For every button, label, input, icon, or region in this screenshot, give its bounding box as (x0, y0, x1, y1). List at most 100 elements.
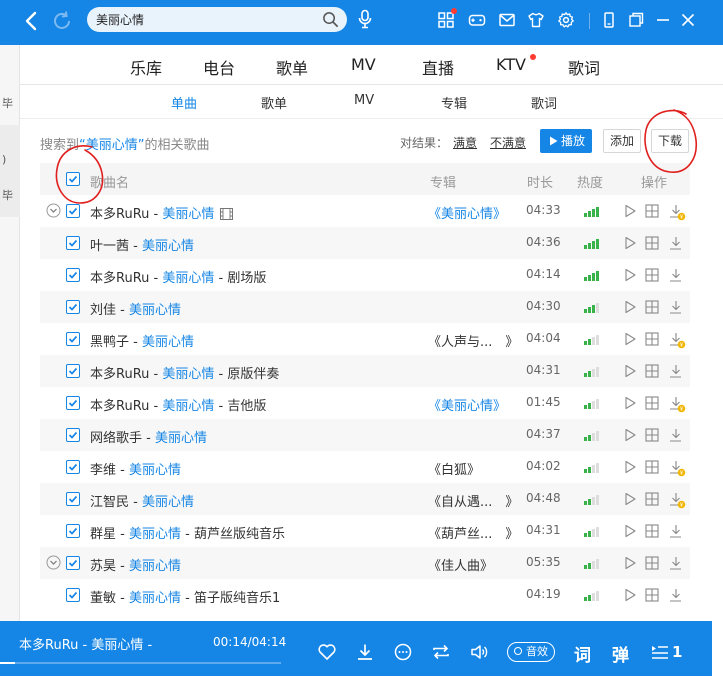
header-album[interactable]: 专辑 (430, 172, 456, 191)
row-add-icon[interactable] (644, 491, 660, 507)
song-artist[interactable]: 群星 (90, 527, 116, 542)
minimize-icon[interactable] (654, 11, 672, 29)
song-title[interactable]: 美丽心情 (162, 207, 214, 222)
row-add-icon[interactable] (644, 267, 660, 283)
download-button[interactable]: 下载 (651, 129, 689, 153)
microphone-icon[interactable] (357, 9, 373, 29)
feedback-unsatisfied-link[interactable]: 不满意 (490, 134, 526, 151)
album-name[interactable]: 《佳人曲》 (428, 555, 493, 574)
tab-playlists[interactable]: 歌单 (261, 93, 287, 112)
song-artist[interactable]: 本多RuRu (90, 399, 149, 414)
table-row[interactable]: 刘佳 - 美丽心情 04:30 (40, 291, 690, 323)
song-title[interactable]: 美丽心情 (129, 527, 181, 542)
row-download-icon[interactable] (668, 363, 686, 381)
nav-item-lyrics[interactable]: 歌词 (568, 55, 600, 79)
row-checkbox[interactable] (66, 364, 80, 378)
skin-shirt-icon[interactable] (527, 11, 545, 29)
expand-versions-icon[interactable] (46, 555, 61, 570)
row-add-icon[interactable] (644, 395, 660, 411)
row-play-icon[interactable] (622, 267, 638, 283)
tab-songs[interactable]: 单曲 (171, 93, 197, 112)
album-name[interactable]: 《葫芦丝... 》 (428, 523, 518, 542)
row-checkbox[interactable] (66, 428, 80, 442)
row-add-icon[interactable] (644, 299, 660, 315)
row-checkbox[interactable] (66, 492, 80, 506)
sidebar-selected-item[interactable] (0, 125, 20, 217)
row-play-icon[interactable] (622, 235, 638, 251)
row-play-icon[interactable] (622, 299, 638, 315)
row-download-icon[interactable]: ¥ (668, 395, 686, 413)
row-add-icon[interactable] (644, 203, 660, 219)
sidebar-fragment-3[interactable]: 毕 (2, 187, 13, 203)
row-play-icon[interactable] (622, 555, 638, 571)
row-play-icon[interactable] (622, 587, 638, 603)
song-artist[interactable]: 苏昊 (90, 559, 116, 574)
feedback-satisfied-link[interactable]: 满意 (453, 134, 477, 151)
nav-item-ktv[interactable]: KTV (496, 55, 526, 74)
tab-mv[interactable]: MV (354, 93, 374, 108)
play-all-button[interactable]: 播放 (540, 129, 592, 153)
table-row[interactable]: 本多RuRu - 美丽心情 - 原版伴奏 04:31 (40, 355, 690, 387)
album-name[interactable]: 《自从遇... 》 (428, 491, 518, 510)
lyrics-button[interactable]: 词 (574, 641, 591, 666)
sidebar-fragment-1[interactable]: 毕 (2, 95, 13, 111)
table-row[interactable]: 董敏 - 美丽心情 - 笛子版纯音乐1 04:19 (40, 579, 690, 611)
repeat-mode-icon[interactable] (431, 642, 451, 662)
song-title[interactable]: 美丽心情 (129, 559, 181, 574)
mini-mode-icon[interactable] (600, 11, 618, 29)
settings-gear-icon[interactable] (557, 11, 575, 29)
gamepad-icon[interactable] (468, 11, 486, 29)
mv-film-icon[interactable] (220, 208, 234, 220)
song-artist[interactable]: 网络歌手 (90, 431, 142, 446)
row-download-icon[interactable] (668, 299, 686, 317)
select-all-checkbox[interactable] (66, 172, 80, 186)
tab-albums[interactable]: 专辑 (441, 93, 467, 112)
nav-item-live[interactable]: 直播 (422, 55, 454, 79)
row-checkbox[interactable] (66, 460, 80, 474)
song-artist[interactable]: 李维 (90, 463, 116, 478)
row-add-icon[interactable] (644, 459, 660, 475)
row-checkbox[interactable] (66, 300, 80, 314)
row-play-icon[interactable] (622, 427, 638, 443)
table-row[interactable]: 叶一茜 - 美丽心情 04:36 (40, 227, 690, 259)
more-options-icon[interactable] (393, 642, 413, 662)
song-artist[interactable]: 本多RuRu (90, 367, 149, 382)
refresh-icon[interactable] (50, 9, 74, 33)
download-icon[interactable] (355, 642, 375, 662)
album-name[interactable]: 《美丽心情》 (428, 395, 506, 414)
row-add-icon[interactable] (644, 427, 660, 443)
row-download-icon[interactable] (668, 523, 686, 541)
song-artist[interactable]: 黑鸭子 (90, 335, 129, 350)
table-row[interactable]: 江智民 - 美丽心情 《自从遇... 》 04:48 ¥ (40, 483, 690, 515)
row-checkbox[interactable] (66, 588, 80, 602)
song-title[interactable]: 美丽心情 (142, 495, 194, 510)
header-duration[interactable]: 时长 (527, 172, 553, 191)
song-artist[interactable]: 江智民 (90, 495, 129, 510)
table-row[interactable]: 本多RuRu - 美丽心情 - 吉他版 《美丽心情》 01:45 ¥ (40, 387, 690, 419)
row-checkbox[interactable] (66, 396, 80, 410)
restore-window-icon[interactable] (627, 11, 645, 29)
song-title[interactable]: 美丽心情 (129, 463, 181, 478)
row-play-icon[interactable] (622, 395, 638, 411)
song-artist[interactable]: 本多RuRu (90, 271, 149, 286)
table-row[interactable]: 黑鸭子 - 美丽心情 《人声与... 》 04:04 ¥ (40, 323, 690, 355)
table-row[interactable]: 本多RuRu - 美丽心情 《美丽心情》 04:33 ¥ (40, 195, 690, 227)
header-song[interactable]: 歌曲名 (90, 172, 129, 191)
row-add-icon[interactable] (644, 235, 660, 251)
nav-item-radio[interactable]: 电台 (203, 55, 235, 79)
song-title[interactable]: 美丽心情 (142, 239, 194, 254)
row-checkbox[interactable] (66, 236, 80, 250)
row-checkbox[interactable] (66, 556, 80, 570)
song-title[interactable]: 美丽心情 (142, 335, 194, 350)
row-play-icon[interactable] (622, 491, 638, 507)
album-name[interactable]: 《美丽心情》 (428, 203, 506, 222)
nav-item-mv[interactable]: MV (351, 55, 376, 74)
nav-item-library[interactable]: 乐库 (130, 55, 162, 79)
row-play-icon[interactable] (622, 363, 638, 379)
row-play-icon[interactable] (622, 203, 638, 219)
nav-item-playlists[interactable]: 歌单 (276, 55, 308, 79)
search-input[interactable] (96, 10, 311, 29)
song-title[interactable]: 美丽心情 (129, 591, 181, 606)
song-title[interactable]: 美丽心情 (162, 367, 214, 382)
table-row[interactable]: 网络歌手 - 美丽心情 04:37 (40, 419, 690, 451)
